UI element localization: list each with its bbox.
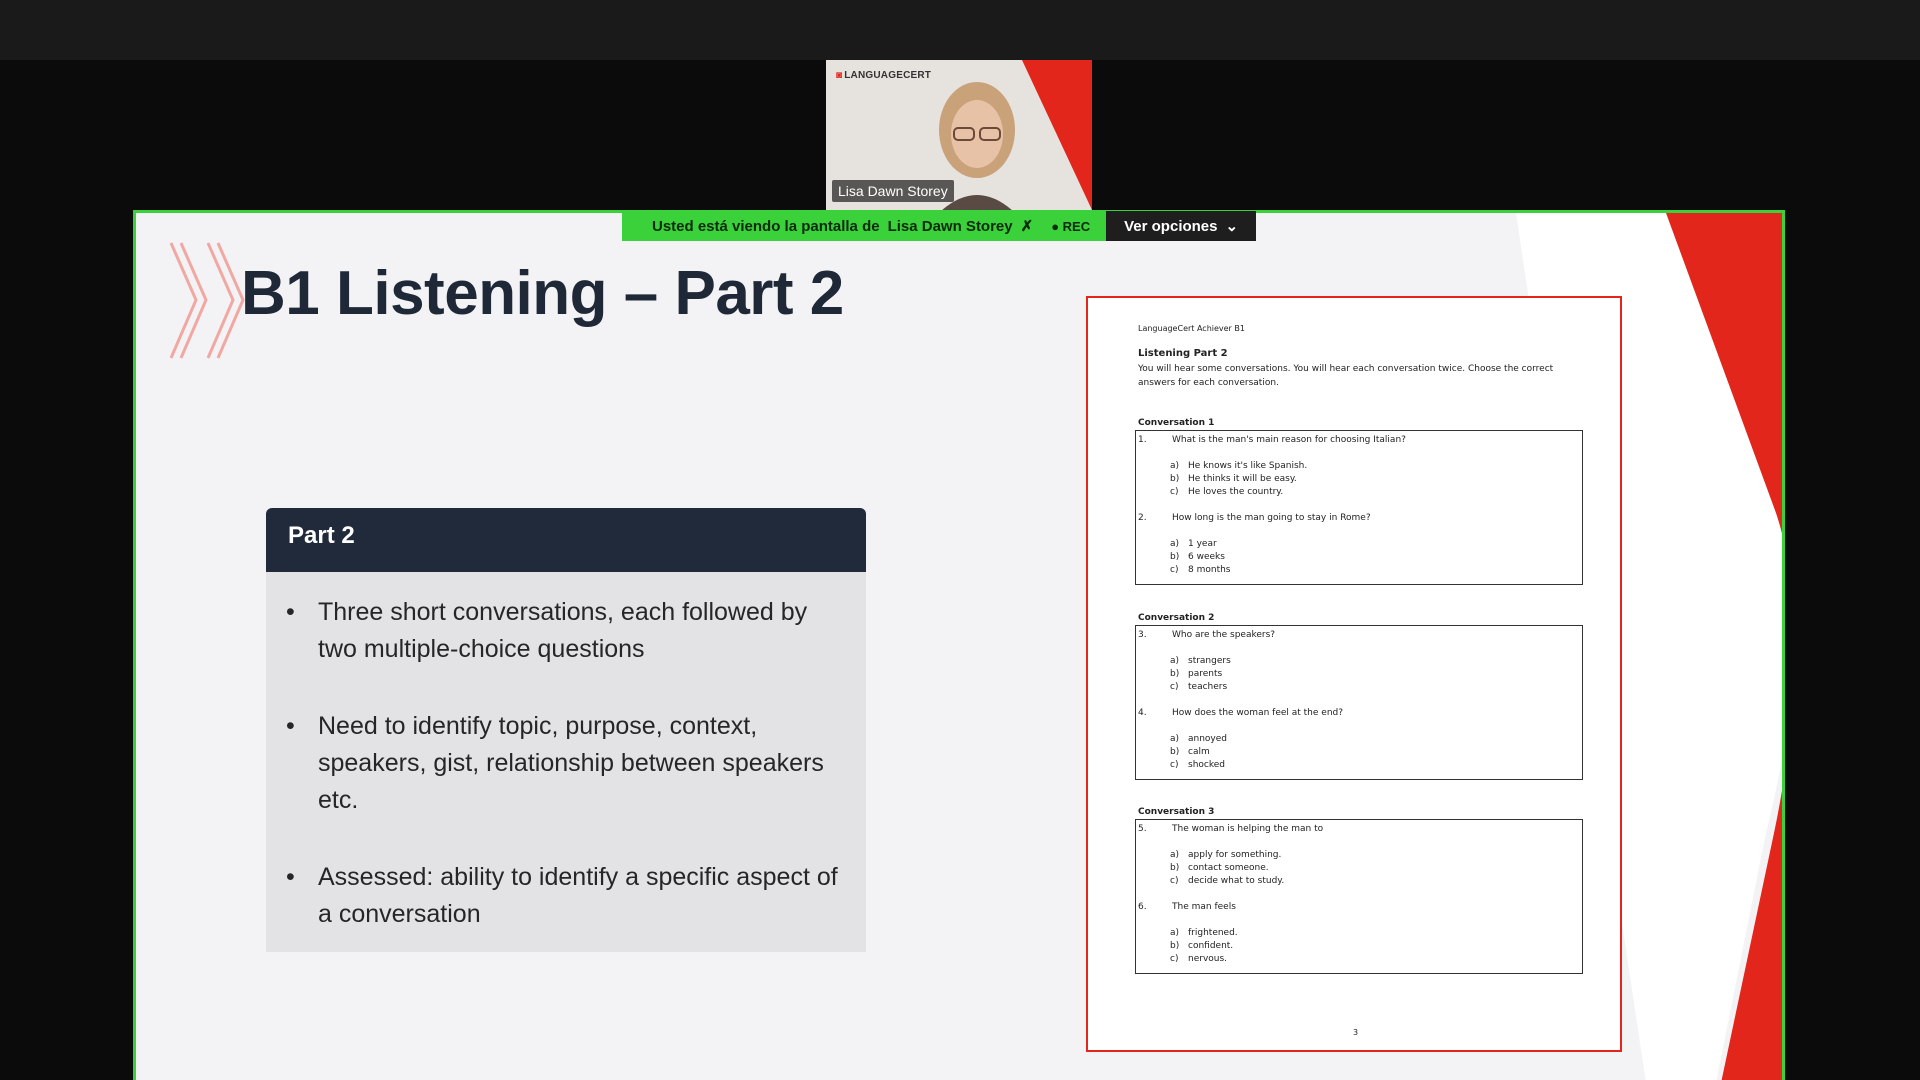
answer-option: a) 1 year: [1170, 539, 1217, 549]
conversation-box: 5. The woman is helping the man to a) appl…: [1135, 819, 1583, 974]
view-options-button[interactable]: Ver opciones ⌄: [1106, 211, 1257, 241]
shared-screen: B1 Listening – Part 2 Part 2 • Three shor…: [133, 210, 1785, 1080]
paper-instructions: You will hear some conversations. You wi…: [1138, 364, 1554, 388]
bullet-item: • Three short conversations, each followe…: [286, 598, 808, 663]
page-number: 3: [1353, 1028, 1359, 1037]
bullet-item: • Need to identify topic, purpose, contex…: [286, 712, 824, 814]
answer-option: b) parents: [1170, 669, 1223, 679]
answer-option: c) He loves the country.: [1170, 487, 1284, 497]
answer-option: c) teachers: [1170, 682, 1228, 692]
answer-option: b) confident.: [1170, 941, 1234, 951]
answer-option: c) nervous.: [1170, 954, 1228, 964]
conversation-title: Conversation 3: [1138, 807, 1215, 817]
part-box-heading: Part 2: [266, 508, 866, 572]
mic-muted-icon: ✗: [1020, 218, 1034, 235]
part-box-body: • Three short conversations, each followe…: [266, 572, 866, 952]
answer-option: b) contact someone.: [1170, 863, 1269, 873]
rec-label: REC: [1062, 218, 1091, 234]
participant-name: Lisa Dawn Storey: [832, 180, 954, 202]
answer-option: a) apply for something.: [1170, 850, 1282, 860]
exam-paper: LanguageCert Achiever B1 Listening Part …: [1086, 296, 1622, 1052]
answer-option: b) He thinks it will be easy.: [1170, 474, 1297, 484]
answer-option: b) calm: [1170, 747, 1210, 757]
chevron-down-icon: ⌄: [1225, 218, 1239, 235]
conversation-box: 1. What is the man's main reason for choo…: [1135, 430, 1583, 585]
view-options-label: Ver opciones: [1124, 217, 1218, 235]
share-presenter-name: Lisa Dawn Storey: [887, 217, 1013, 235]
tile-red-stripe: [1022, 60, 1092, 210]
tile-logo: ◙ LANGUAGECERT: [836, 70, 932, 81]
answer-option: b) 6 weeks: [1170, 552, 1225, 562]
participant-video-tile[interactable]: ◙ LANGUAGECERT Lisa Dawn Storey: [826, 60, 1092, 210]
answer-option: c) shocked: [1170, 760, 1225, 770]
answer-option: a) frightened.: [1170, 928, 1238, 938]
conversation-box: 3. Who are the speakers? a) strangers b) pa…: [1135, 625, 1583, 780]
share-prefix: Usted está viendo la pantalla de: [652, 217, 880, 235]
rec-indicator: ● REC: [1051, 218, 1091, 234]
answer-option: a) strangers: [1170, 656, 1231, 666]
conversation-title: Conversation 1: [1138, 418, 1215, 428]
bullet-item: • Assessed: ability to identify a specifi…: [286, 863, 838, 928]
paper-title: Listening Part 2: [1138, 348, 1228, 359]
top-bar: [0, 0, 1920, 60]
answer-option: c) 8 months: [1170, 565, 1231, 575]
screen-share-banner: Usted está viendo la pantalla de Lisa Da…: [622, 211, 1257, 241]
paper-header: LanguageCert Achiever B1: [1138, 324, 1245, 333]
answer-option: a) annoyed: [1170, 734, 1228, 744]
answer-option: a) He knows it's like Spanish.: [1170, 461, 1308, 471]
slide-title: B1 Listening – Part 2: [241, 259, 844, 328]
conversation-title: Conversation 2: [1138, 613, 1215, 623]
answer-option: c) decide what to study.: [1170, 876, 1285, 886]
share-message: Usted está viendo la pantalla de Lisa Da…: [622, 211, 1107, 241]
